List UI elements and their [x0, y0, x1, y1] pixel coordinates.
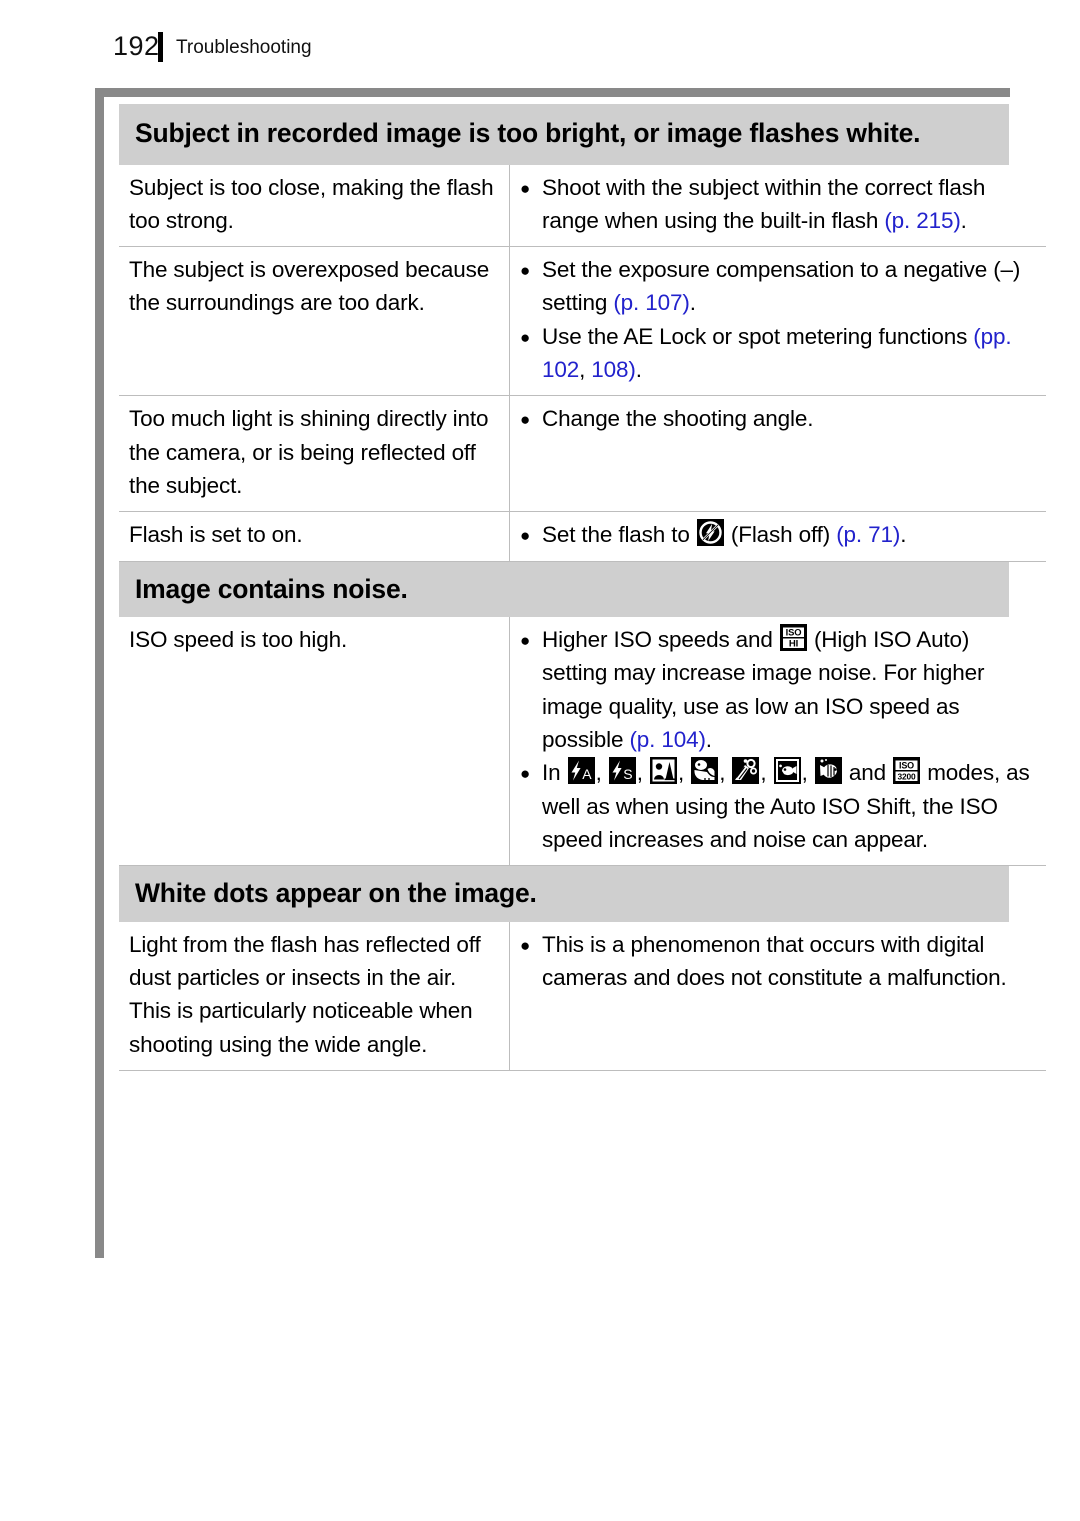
bullet-icon: ● — [520, 631, 531, 651]
page-number: 192 — [113, 31, 160, 61]
remedy-text: This is a phenomenon that occurs with di… — [542, 931, 1007, 991]
underwater-icon — [814, 757, 842, 785]
aquarium-icon — [773, 757, 801, 785]
table-row: Flash is set to on. ● Set the flash to (F… — [119, 511, 1046, 562]
section-heading-image-noise: Image contains noise. — [119, 561, 1009, 618]
bullet-icon: ● — [520, 327, 531, 347]
remedy-text: Higher ISO speeds and — [542, 627, 779, 653]
remedy-text: Use the AE Lock or spot metering functio… — [542, 323, 974, 349]
remedy-text: Set the flash to — [542, 522, 696, 548]
page-reference-link[interactable]: 108) — [591, 357, 636, 382]
iso-3200-icon: ISO 3200 — [893, 757, 921, 785]
cause-cell: The subject is overexposed because the s… — [119, 246, 510, 397]
page-reference-link[interactable]: (p. 215) — [884, 208, 960, 233]
cause-cell: Flash is set to on. — [119, 511, 510, 562]
bullet-icon: ● — [520, 526, 531, 546]
svg-text:HI: HI — [789, 639, 799, 650]
remedy-cell: ● Change the shooting angle. — [509, 395, 1046, 513]
section-heading-white-dots: White dots appear on the image. — [119, 866, 1009, 922]
flash-auto-iso-icon: A — [567, 757, 595, 785]
page-reference-link[interactable]: (p. 104) — [629, 727, 705, 752]
header-divider-rule — [158, 32, 163, 62]
remedy-cell: ● Set the flash to (Flash off) (p. 71). — [509, 511, 1046, 562]
remedy-text-tail: . — [705, 726, 712, 752]
remedy-text-tail: . — [960, 207, 967, 233]
remedy-text: Change the shooting angle. — [542, 406, 814, 432]
troubleshooting-table-bright-image: Subject is too close, making the flash t… — [119, 164, 1046, 562]
cause-cell: Light from the flash has reflected off d… — [119, 921, 510, 1071]
iso-hi-icon: ISO HI — [779, 624, 807, 652]
remedy-text-mid: (Flash off) — [724, 522, 837, 548]
remedy-text-tail: . — [635, 357, 642, 383]
bullet-icon: ● — [520, 764, 531, 784]
svg-text:S: S — [623, 766, 632, 782]
svg-text:ISO: ISO — [899, 761, 914, 771]
bullet-icon: ● — [520, 261, 531, 281]
remedy-cell: ● Set the exposure compensation to a nega… — [509, 246, 1046, 397]
remedy-cell: ● This is a phenomenon that occurs with d… — [509, 921, 1046, 1071]
icon-separator: , — [760, 760, 773, 786]
icon-separator: , — [801, 760, 814, 786]
page-header: 192 Troubleshooting — [0, 0, 1080, 88]
icon-separator: , — [636, 760, 649, 786]
running-head: Troubleshooting — [176, 37, 312, 58]
troubleshooting-table-image-noise: ISO speed is too high. ● Higher ISO speed… — [119, 617, 1046, 867]
page-reference-link[interactable]: (p. 71) — [836, 522, 900, 547]
kids-and-pets-icon — [691, 757, 719, 785]
flash-slow-sync-icon: S — [608, 757, 636, 785]
reference-separator: , — [579, 357, 592, 383]
flash-off-icon — [696, 519, 724, 547]
table-row: ISO speed is too high. ● Higher ISO speed… — [119, 617, 1046, 867]
table-row: Subject is too close, making the flash t… — [119, 164, 1046, 248]
cause-cell: Too much light is shining directly into … — [119, 395, 510, 513]
night-snapshot-icon — [649, 757, 677, 785]
icon-separator: , — [719, 760, 732, 786]
table-row: Light from the flash has reflected off d… — [119, 921, 1046, 1071]
svg-text:3200: 3200 — [898, 772, 917, 782]
svg-text:A: A — [582, 766, 592, 782]
icon-list-conjunction: and — [842, 760, 893, 786]
cause-cell: ISO speed is too high. — [119, 617, 510, 867]
troubleshooting-table-white-dots: Light from the flash has reflected off d… — [119, 921, 1046, 1071]
section-heading-bright-image: Subject in recorded image is too bright,… — [119, 104, 1009, 165]
icon-separator: , — [677, 760, 691, 786]
troubleshooting-content: Subject in recorded image is too bright,… — [119, 104, 1046, 1071]
table-row: Too much light is shining directly into … — [119, 395, 1046, 513]
remedy-text-tail: . — [689, 290, 696, 316]
remedy-text: In — [542, 760, 567, 786]
remedy-cell: ● Shoot with the subject within the corre… — [509, 164, 1046, 248]
indoor-icon — [732, 757, 760, 785]
bullet-icon: ● — [520, 178, 531, 198]
svg-text:ISO: ISO — [785, 626, 801, 637]
page-reference-link[interactable]: (p. 107) — [613, 290, 689, 315]
cause-cell: Subject is too close, making the flash t… — [119, 164, 510, 248]
remedy-text-tail: . — [900, 522, 907, 548]
remedy-cell: ● Higher ISO speeds and ISO HI (High ISO … — [509, 617, 1046, 867]
icon-separator: , — [595, 760, 608, 786]
bullet-icon: ● — [520, 410, 531, 430]
bullet-icon: ● — [520, 935, 531, 955]
frame-left-bar — [95, 88, 104, 1258]
frame-top-bar — [95, 88, 1010, 97]
table-row: The subject is overexposed because the s… — [119, 246, 1046, 397]
